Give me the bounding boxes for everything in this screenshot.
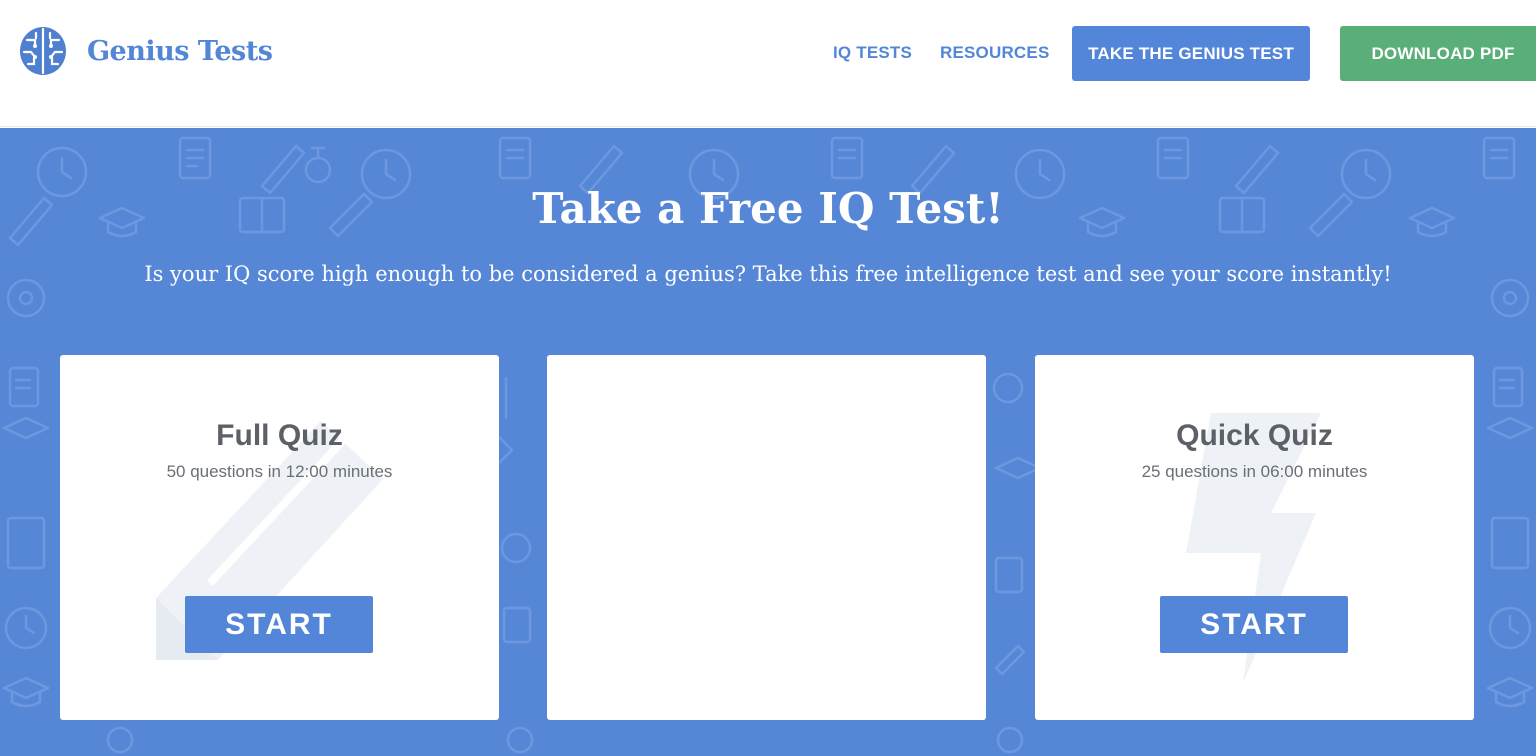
- card-description: 50 questions in 12:00 minutes: [166, 462, 393, 481]
- download-pdf-button[interactable]: DOWNLOAD PDF: [1340, 26, 1536, 81]
- start-full-quiz-button[interactable]: START: [185, 596, 373, 653]
- brain-icon: [20, 27, 66, 75]
- take-genius-test-button[interactable]: TAKE THE GENIUS TEST: [1072, 26, 1310, 81]
- hero-subtitle: Is your IQ score high enough to be consi…: [144, 262, 1392, 286]
- start-quick-quiz-button[interactable]: START: [1160, 596, 1348, 653]
- card-description: 25 questions in 06:00 minutes: [1141, 462, 1368, 481]
- nav-resources[interactable]: RESOURCES: [940, 43, 1050, 63]
- hero-section: Take a Free IQ Test! Is your IQ score hi…: [0, 128, 1536, 756]
- site-header: Genius Tests IQ TESTS RESOURCES TAKE THE…: [0, 0, 1536, 127]
- quick-quiz-card: Quick Quiz 25 questions in 06:00 minutes…: [1035, 355, 1474, 720]
- card-title: Quick Quiz: [1176, 419, 1333, 452]
- full-quiz-card: Full Quiz 50 questions in 12:00 minutes …: [60, 355, 499, 720]
- lightning-icon: [1186, 413, 1321, 683]
- empty-card: [547, 355, 986, 720]
- nav-iq-tests[interactable]: IQ TESTS: [833, 43, 912, 63]
- brand-name: Genius Tests: [87, 35, 273, 67]
- pencil-icon: [156, 421, 383, 660]
- hero-title: Take a Free IQ Test!: [532, 184, 1004, 233]
- card-title: Full Quiz: [216, 419, 343, 452]
- logo[interactable]: Genius Tests: [18, 24, 273, 78]
